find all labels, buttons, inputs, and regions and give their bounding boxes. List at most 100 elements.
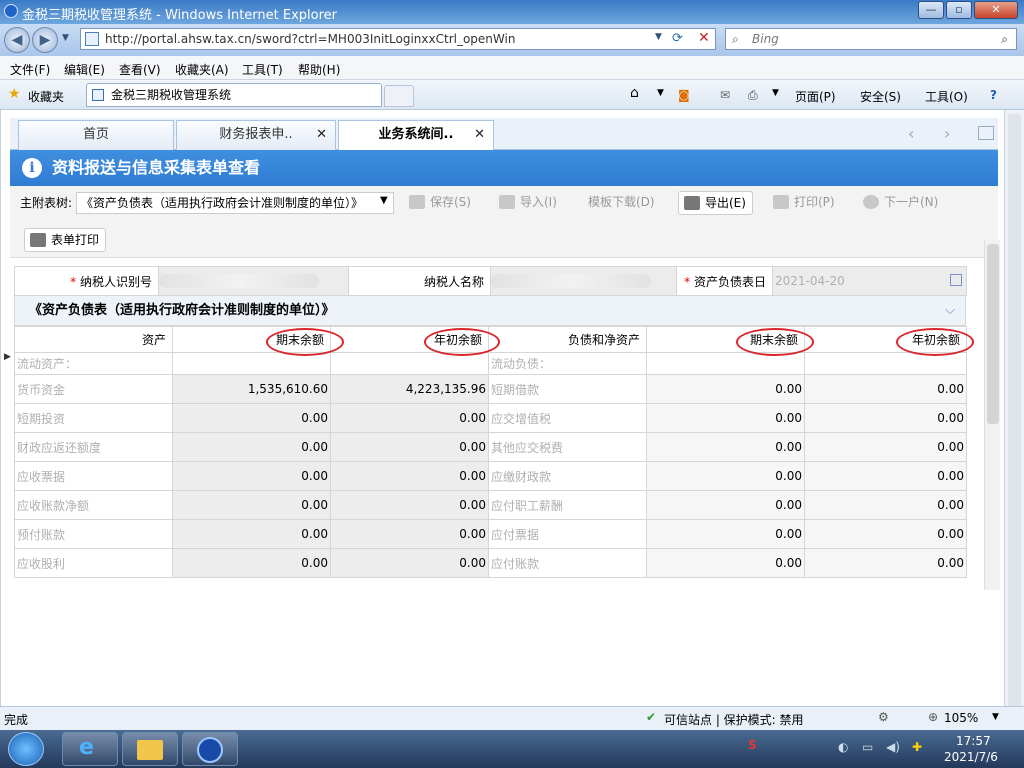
export-button[interactable]: 导出(E)	[678, 191, 753, 215]
row-liability-end-value[interactable]: 0.00	[646, 403, 805, 433]
print-button[interactable]: 打印(P)	[768, 191, 835, 215]
home-dropdown-icon[interactable]: ▼	[657, 88, 664, 98]
row-asset-begin-value[interactable]: 4,223,135.96	[330, 374, 489, 404]
printer-icon[interactable]: ⎙	[748, 88, 758, 103]
import-button[interactable]: 导入(I)	[494, 191, 557, 215]
rss-feed-icon[interactable]: ◙	[678, 88, 690, 102]
row-asset-end-value[interactable]: 1,535,610.60	[172, 374, 331, 404]
taskbar-ie-button[interactable]: e	[62, 732, 118, 766]
taxpayer-id-field[interactable]	[158, 266, 349, 296]
settings-icon[interactable]: ⚙	[878, 710, 889, 724]
row-liability-begin-value[interactable]: 0.00	[804, 490, 967, 520]
row-asset-begin-value[interactable]: 0.00	[330, 403, 489, 433]
row-asset-end-value[interactable]: 0.00	[172, 461, 331, 491]
favorites-button[interactable]: 收藏夹	[28, 88, 64, 105]
browser-scrollbar[interactable]	[1004, 110, 1024, 734]
search-icon[interactable]: ⌕	[1001, 29, 1008, 49]
save-button[interactable]: 保存(S)	[404, 191, 471, 215]
page-menu[interactable]: 页面(P)	[795, 88, 836, 105]
taskbar-explorer-button[interactable]	[122, 732, 178, 766]
tools-menu[interactable]: 工具(O)	[925, 88, 968, 105]
menu-file[interactable]: 文件(F)	[10, 61, 50, 78]
menu-edit[interactable]: 编辑(E)	[64, 61, 105, 78]
menu-view[interactable]: 查看(V)	[119, 61, 161, 78]
safety-menu[interactable]: 安全(S)	[860, 88, 901, 105]
search-input[interactable]: ⌕ Bing ⌕	[725, 28, 1017, 50]
taxpayer-name-field[interactable]	[490, 266, 677, 296]
row-asset-end-value[interactable]: 0.00	[172, 548, 331, 578]
stop-icon[interactable]: ✕	[698, 30, 710, 46]
menu-tools[interactable]: 工具(T)	[242, 61, 283, 78]
row-asset-begin-value[interactable]: 0.00	[330, 432, 489, 462]
row-asset-begin-value[interactable]: 0.00	[330, 490, 489, 520]
taskbar-app-button[interactable]	[182, 732, 238, 766]
next-taxpayer-button[interactable]: 下一户(N)	[858, 191, 938, 215]
tab-prev-icon[interactable]: ‹	[908, 124, 914, 143]
mail-icon[interactable]: ✉	[720, 88, 730, 102]
scroll-thumb[interactable]	[1008, 114, 1021, 734]
row-asset-end-value[interactable]: 0.00	[172, 432, 331, 462]
row-liability-begin-value[interactable]: 0.00	[804, 403, 967, 433]
tab-restore-icon[interactable]	[978, 126, 994, 140]
row-asset-end-value[interactable]: 0.00	[172, 519, 331, 549]
form-section-header: 《资产负债表（适用执行政府会计准则制度的单位）》 ⌵	[14, 296, 966, 326]
start-button[interactable]	[8, 732, 44, 766]
help-icon[interactable]: ?	[990, 88, 997, 102]
form-scrollbar[interactable]	[984, 240, 1000, 590]
row-asset-end-value[interactable]: 0.00	[172, 490, 331, 520]
row-asset-begin-value[interactable]: 0.00	[330, 548, 489, 578]
favorites-star-icon: ★	[8, 86, 21, 102]
table-select-dropdown-icon[interactable]: ▼	[380, 195, 388, 206]
form-print-button[interactable]: 表单打印	[24, 228, 107, 252]
close-window-button[interactable]: ✕	[974, 1, 1018, 19]
volume-icon[interactable]: ◀)	[886, 740, 900, 754]
home-icon[interactable]: ⌂	[630, 85, 639, 101]
row-liability-end-value[interactable]: 0.00	[646, 374, 805, 404]
row-liability-begin-value[interactable]: 0.00	[804, 519, 967, 549]
row-liability-end-value[interactable]: 0.00	[646, 548, 805, 578]
back-arrow-icon[interactable]: ◀	[4, 27, 30, 53]
row-liability-begin-value[interactable]: 0.00	[804, 548, 967, 578]
tab-next-icon[interactable]: ›	[944, 124, 950, 143]
tray-plus-icon[interactable]: ✚	[912, 740, 922, 754]
forward-arrow-icon[interactable]: ▶	[32, 27, 58, 53]
collapse-chevron-icon[interactable]: ⌵	[945, 296, 955, 326]
print-dropdown-icon[interactable]: ▼	[772, 88, 779, 98]
row-liability-begin-value[interactable]: 0.00	[804, 432, 967, 462]
table-select[interactable]: 《资产负债表（适用执行政府会计准则制度的单位）》	[76, 192, 394, 214]
close-tab-icon[interactable]: ✕	[474, 121, 485, 149]
row-asset-begin-value[interactable]: 0.00	[330, 519, 489, 549]
minimize-button[interactable]: —	[918, 1, 944, 19]
row-liability-end-value[interactable]: 0.00	[646, 519, 805, 549]
tab-business-system[interactable]: 业务系统间.. ✕	[338, 120, 494, 151]
browser-tab[interactable]: 金税三期税收管理系统	[86, 83, 382, 107]
row-asset-end-value[interactable]: 0.00	[172, 403, 331, 433]
row-liability-end-value[interactable]: 0.00	[646, 432, 805, 462]
zoom-dropdown-icon[interactable]: ▼	[992, 712, 999, 722]
url-input[interactable]: http://portal.ahsw.tax.cn/sword?ctrl=MH0…	[80, 28, 716, 50]
menu-favorites[interactable]: 收藏夹(A)	[175, 61, 229, 78]
zoom-level[interactable]: 105%	[944, 711, 978, 725]
tab-home[interactable]: 首页	[18, 120, 174, 150]
network-icon[interactable]: ◐	[838, 740, 848, 754]
row-liability-begin-value[interactable]: 0.00	[804, 461, 967, 491]
menu-help[interactable]: 帮助(H)	[298, 61, 340, 78]
template-download-button[interactable]: 模板下载(D)	[562, 191, 655, 215]
report-date-field[interactable]: 2021-04-20	[772, 266, 967, 296]
url-dropdown-icon[interactable]: ▼	[655, 32, 662, 42]
row-liability-end-value[interactable]: 0.00	[646, 461, 805, 491]
new-tab-button[interactable]	[384, 85, 414, 107]
calendar-icon[interactable]	[950, 274, 962, 286]
row-liability-end-value[interactable]: 0.00	[646, 490, 805, 520]
close-tab-icon[interactable]: ✕	[316, 121, 327, 149]
panel-expand-icon[interactable]: ▶	[4, 352, 11, 362]
row-asset-begin-value[interactable]: 0.00	[330, 461, 489, 491]
history-dropdown-icon[interactable]: ▼	[62, 33, 69, 43]
ime-icon[interactable]: S	[748, 738, 757, 752]
maximize-button[interactable]: ▫	[946, 1, 972, 19]
tab-financial-report[interactable]: 财务报表申.. ✕	[176, 120, 336, 150]
row-liability-begin-value[interactable]: 0.00	[804, 374, 967, 404]
monitor-icon[interactable]: ▭	[862, 740, 873, 754]
refresh-icon[interactable]: ⟳	[672, 31, 683, 46]
form-scroll-thumb[interactable]	[987, 244, 999, 424]
